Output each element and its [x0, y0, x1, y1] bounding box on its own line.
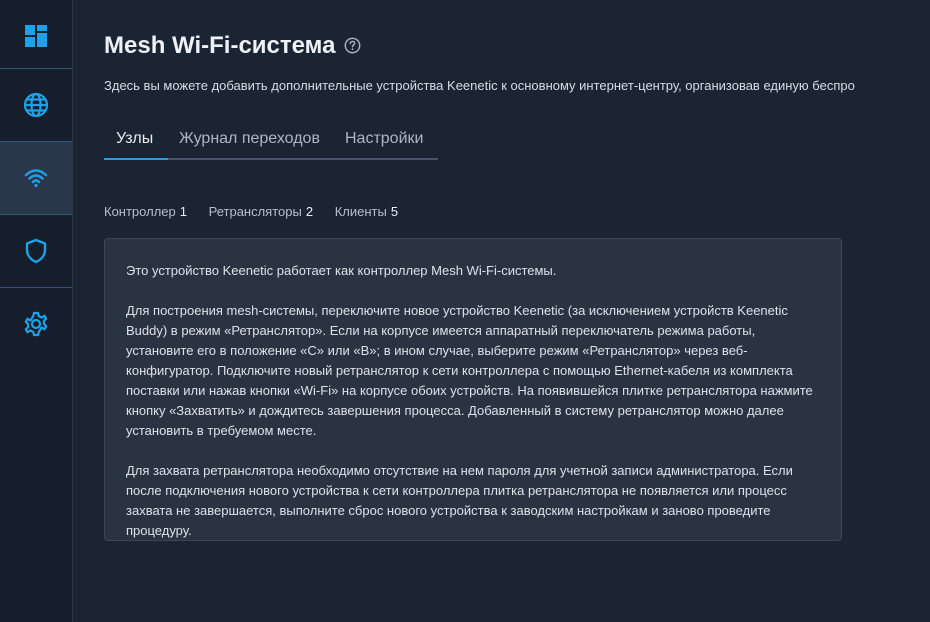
- title-row: Mesh Wi-Fi-система: [104, 32, 361, 60]
- page-title: Mesh Wi-Fi-система: [104, 32, 336, 59]
- info-paragraph: Это устройство Keenetic работает как кон…: [126, 263, 557, 278]
- shield-icon: [25, 238, 47, 264]
- sidebar-item-dashboard[interactable]: [0, 0, 72, 72]
- main-content: Mesh Wi-Fi-система Здесь вы можете добав…: [73, 0, 930, 622]
- counter-repeaters: Ретрансляторы 2: [209, 204, 313, 219]
- counter-value: 2: [305, 204, 314, 219]
- globe-icon: [23, 92, 49, 118]
- dashboard-icon: [24, 24, 48, 48]
- counter-label: Контроллер: [104, 204, 176, 219]
- tab-settings[interactable]: Настройки: [345, 130, 423, 148]
- tab-nodes[interactable]: Узлы: [116, 130, 153, 148]
- counter-value: 1: [179, 204, 187, 219]
- sidebar: [0, 0, 73, 622]
- counter-clients: Клиенты 5: [335, 204, 398, 219]
- sidebar-item-wifi[interactable]: [0, 142, 72, 214]
- active-tab-indicator: [104, 158, 168, 160]
- counter-label: Ретрансляторы: [208, 204, 302, 219]
- wifi-icon: [24, 168, 48, 188]
- node-counters: Контроллер 1 Ретрансляторы 2 Клиенты 5: [104, 204, 416, 219]
- counter-controller: Контроллер 1: [104, 204, 187, 219]
- page-description: Здесь вы можете добавить дополнительные …: [104, 78, 855, 93]
- counter-label: Клиенты: [334, 204, 387, 219]
- help-icon[interactable]: [344, 37, 361, 59]
- tab-transition-log[interactable]: Журнал переходов: [179, 130, 320, 148]
- gear-icon: [23, 311, 49, 337]
- info-card: Это устройство Keenetic работает как кон…: [104, 238, 842, 541]
- info-paragraph: Для захвата ретранслятора необходимо отс…: [126, 463, 793, 538]
- sidebar-item-security[interactable]: [0, 215, 72, 287]
- counter-value: 5: [390, 204, 399, 219]
- sidebar-item-settings[interactable]: [0, 288, 72, 360]
- info-paragraph: Для построения mesh-системы, переключите…: [126, 303, 813, 438]
- sidebar-item-internet[interactable]: [0, 69, 72, 141]
- tab-bar: Узлы Журнал переходов Настройки: [104, 120, 438, 160]
